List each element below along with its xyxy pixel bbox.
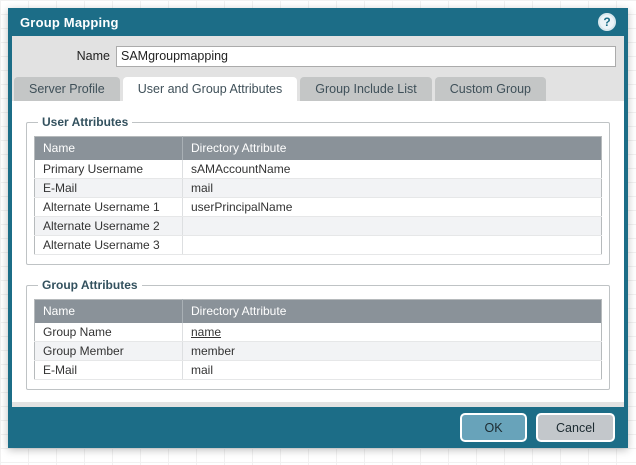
table-header-row: NameDirectory Attribute [35, 137, 602, 160]
attribute-name-cell[interactable]: E-Mail [35, 361, 183, 380]
attribute-name-cell[interactable]: Group Member [35, 342, 183, 361]
tab-bar: Server ProfileUser and Group AttributesG… [12, 77, 624, 101]
table-row[interactable]: Alternate Username 1userPrincipalName [35, 198, 602, 217]
dialog-title: Group Mapping [20, 15, 598, 30]
table-row[interactable]: E-Mailmail [35, 361, 602, 380]
directory-attribute-cell[interactable]: member [183, 342, 602, 361]
attribute-name-cell[interactable]: Primary Username [35, 160, 183, 179]
column-header: Directory Attribute [183, 137, 602, 160]
cancel-button[interactable]: Cancel [536, 413, 615, 442]
dialog-body: Name Server ProfileUser and Group Attrib… [12, 36, 624, 407]
user-attributes-table: NameDirectory AttributePrimary Usernames… [34, 136, 602, 255]
group-attributes-legend: Group Attributes [38, 278, 142, 292]
table-row[interactable]: Group Membermember [35, 342, 602, 361]
directory-attribute-cell[interactable]: name [183, 323, 602, 342]
user-attributes-legend: User Attributes [38, 115, 132, 129]
attribute-name-cell[interactable]: Alternate Username 2 [35, 217, 183, 236]
attribute-name-cell[interactable]: E-Mail [35, 179, 183, 198]
group-attributes-fieldset: Group Attributes NameDirectory Attribute… [26, 278, 610, 390]
user-attributes-fieldset: User Attributes NameDirectory AttributeP… [26, 115, 610, 265]
directory-attribute-cell[interactable] [183, 217, 602, 236]
directory-attribute-cell[interactable]: mail [183, 179, 602, 198]
help-icon[interactable]: ? [598, 13, 616, 31]
tab-custom-group[interactable]: Custom Group [435, 77, 546, 101]
group-mapping-dialog: Group Mapping ? Name Server ProfileUser … [8, 8, 628, 448]
name-row: Name [12, 36, 624, 67]
attribute-name-cell[interactable]: Alternate Username 1 [35, 198, 183, 217]
table-header-row: NameDirectory Attribute [35, 300, 602, 323]
table-row[interactable]: Primary UsernamesAMAccountName [35, 160, 602, 179]
column-header: Name [35, 300, 183, 323]
dialog-titlebar: Group Mapping ? [8, 8, 628, 36]
tab-group-include-list[interactable]: Group Include List [300, 77, 431, 101]
attribute-name-cell[interactable]: Alternate Username 3 [35, 236, 183, 255]
tab-panel: User Attributes NameDirectory AttributeP… [12, 101, 624, 402]
tab-user-and-group-attributes[interactable]: User and Group Attributes [123, 77, 298, 101]
tab-server-profile[interactable]: Server Profile [14, 77, 120, 101]
directory-attribute-cell[interactable]: sAMAccountName [183, 160, 602, 179]
ok-button[interactable]: OK [460, 413, 527, 442]
column-header: Directory Attribute [183, 300, 602, 323]
name-label: Name [12, 49, 116, 63]
group-attributes-table: NameDirectory AttributeGroup NamenameGro… [34, 299, 602, 380]
name-input[interactable] [116, 46, 616, 67]
table-row[interactable]: E-Mailmail [35, 179, 602, 198]
dialog-footer: OK Cancel [8, 407, 628, 448]
table-row[interactable]: Alternate Username 3 [35, 236, 602, 255]
table-row[interactable]: Alternate Username 2 [35, 217, 602, 236]
table-row[interactable]: Group Namename [35, 323, 602, 342]
directory-attribute-cell[interactable]: mail [183, 361, 602, 380]
directory-attribute-cell[interactable]: userPrincipalName [183, 198, 602, 217]
column-header: Name [35, 137, 183, 160]
attribute-name-cell[interactable]: Group Name [35, 323, 183, 342]
directory-attribute-cell[interactable] [183, 236, 602, 255]
